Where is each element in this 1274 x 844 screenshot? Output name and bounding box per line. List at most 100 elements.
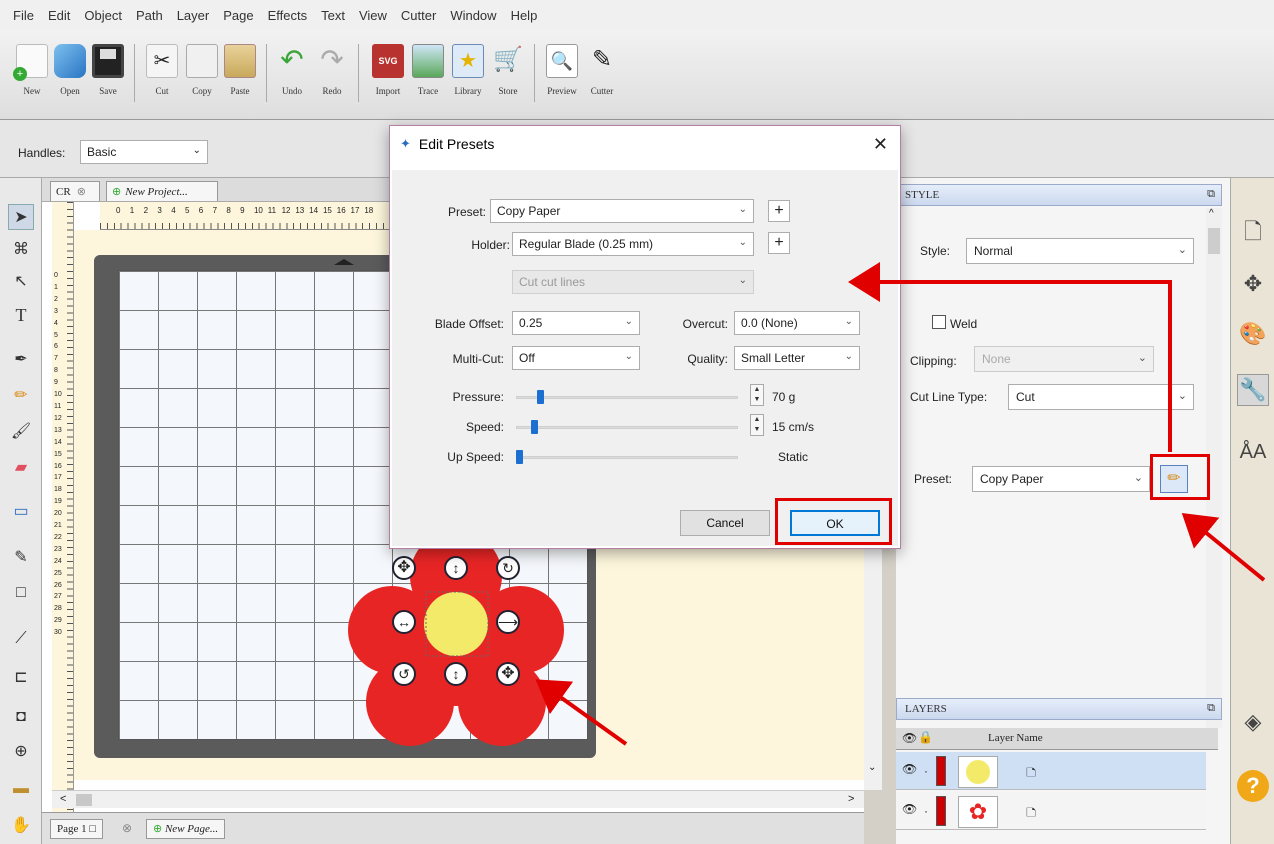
- menu-edit[interactable]: Edit: [41, 8, 77, 23]
- holder-select[interactable]: Regular Blade (0.25 mm) ⌄: [512, 232, 754, 256]
- preview-button[interactable]: 🔍 Preview: [542, 44, 582, 108]
- canvas-horizontal-scrollbar[interactable]: < >: [52, 790, 864, 808]
- rotate-move-handle-icon[interactable]: ✥: [392, 556, 416, 580]
- pressure-spinner[interactable]: ▲ ▼: [750, 384, 764, 406]
- scroll-left-icon[interactable]: <: [60, 793, 66, 805]
- brush-icon[interactable]: 🖌: [8, 418, 34, 444]
- speed-spinner[interactable]: ▲ ▼: [750, 414, 764, 436]
- tab-new-page[interactable]: ⊕ New Page...: [146, 819, 226, 839]
- tab-page-1[interactable]: Page 1 □: [50, 819, 104, 839]
- horizontal-resize-handle-icon[interactable]: ↔: [392, 610, 416, 634]
- menu-effects[interactable]: Effects: [261, 8, 315, 23]
- menu-view[interactable]: View: [352, 8, 394, 23]
- menu-help[interactable]: Help: [504, 8, 545, 23]
- scroll-up-icon[interactable]: ^: [1209, 208, 1214, 219]
- speed-slider-thumb[interactable]: [530, 420, 538, 434]
- wrench-icon[interactable]: 🔧: [1237, 374, 1269, 406]
- vertical-resize-handle-icon[interactable]: ↕: [444, 556, 468, 580]
- scale-handle-icon[interactable]: ✥: [496, 662, 520, 686]
- pen-nib-icon[interactable]: ✒: [8, 346, 34, 372]
- tab-new-project[interactable]: ⊕ New Project...: [106, 181, 218, 201]
- help-icon[interactable]: ?: [1237, 770, 1269, 802]
- scroll-right-icon[interactable]: >: [848, 793, 854, 805]
- scroll-down-icon[interactable]: ⌄: [868, 762, 876, 773]
- menu-layer[interactable]: Layer: [170, 8, 217, 23]
- add-preset-button[interactable]: +: [768, 200, 790, 222]
- pencil-icon[interactable]: ✏: [8, 382, 34, 408]
- pressure-slider-thumb[interactable]: [537, 390, 545, 404]
- panel-detach-icon[interactable]: ⧉: [1207, 188, 1215, 201]
- save-button[interactable]: Save: [88, 44, 128, 108]
- frame-icon[interactable]: ◘: [8, 704, 34, 730]
- paste-button[interactable]: Paste: [220, 44, 260, 108]
- copy-button[interactable]: Copy: [182, 44, 222, 108]
- tab-cr[interactable]: CR ⊗: [50, 181, 100, 201]
- panel-detach-icon[interactable]: ⧉: [1207, 702, 1215, 715]
- pan-hand-icon[interactable]: ✋: [8, 812, 34, 838]
- text-tool-icon[interactable]: T: [8, 302, 34, 328]
- cancel-button[interactable]: Cancel: [680, 510, 770, 536]
- vertical-resize-handle-icon[interactable]: ↕: [444, 662, 468, 686]
- cut-button[interactable]: ✂ Cut: [142, 44, 182, 108]
- menu-file[interactable]: File: [6, 8, 41, 23]
- multi-cut-select[interactable]: Off ⌄: [512, 346, 640, 370]
- note-icon[interactable]: 🗅: [1026, 762, 1036, 786]
- layer-row[interactable]: 👁 · 🗅: [896, 752, 1206, 790]
- trace-button[interactable]: Trace: [408, 44, 448, 108]
- transform-icon[interactable]: ↖: [8, 268, 34, 294]
- color-palette-icon[interactable]: 🎨: [1237, 318, 1269, 350]
- rotate-handle-icon[interactable]: ↻: [496, 556, 520, 580]
- weld-checkbox[interactable]: [932, 315, 946, 329]
- eraser-icon[interactable]: ▰: [8, 454, 34, 480]
- close-icon[interactable]: ⊗: [77, 185, 86, 198]
- undo-button[interactable]: ↶ Undo: [272, 44, 312, 108]
- menu-text[interactable]: Text: [314, 8, 352, 23]
- speed-slider-track[interactable]: [516, 426, 738, 429]
- overcut-select[interactable]: 0.0 (None) ⌄: [734, 311, 860, 335]
- store-button[interactable]: 🛒 Store: [488, 44, 528, 108]
- library-button[interactable]: ★ Library: [448, 44, 488, 108]
- layer-color-swatch[interactable]: [936, 796, 946, 826]
- style-select[interactable]: Normal ⌄: [966, 238, 1194, 264]
- scroll-thumb[interactable]: [1208, 228, 1220, 254]
- up-speed-slider-track[interactable]: [516, 456, 738, 459]
- cut-line-type-select[interactable]: Cut ⌄: [1008, 384, 1194, 410]
- preset-select[interactable]: Copy Paper ⌄: [972, 466, 1150, 492]
- menu-object[interactable]: Object: [77, 8, 129, 23]
- layer-color-swatch[interactable]: [936, 756, 946, 786]
- rectangle-fill-icon[interactable]: ▭: [8, 498, 34, 524]
- document-page-icon[interactable]: 🗋: [1237, 218, 1269, 250]
- clipping-select[interactable]: None ⌄: [974, 346, 1154, 372]
- note-icon[interactable]: 🗅: [1026, 802, 1036, 826]
- menu-cutter[interactable]: Cutter: [394, 8, 443, 23]
- close-icon[interactable]: ⊗: [122, 821, 132, 835]
- zoom-icon[interactable]: ⊕: [8, 738, 34, 764]
- new-button[interactable]: + New: [12, 44, 52, 108]
- add-holder-button[interactable]: +: [768, 232, 790, 254]
- square-shape-icon[interactable]: □: [8, 580, 34, 606]
- ruler-measure-icon[interactable]: ▬: [8, 776, 34, 802]
- cutter-button[interactable]: ✎ Cutter: [582, 44, 622, 108]
- redo-button[interactable]: ↷ Redo: [312, 44, 352, 108]
- menu-window[interactable]: Window: [443, 8, 503, 23]
- rotate-handle-icon[interactable]: ↺: [392, 662, 416, 686]
- eyedropper-icon[interactable]: ✎: [8, 544, 34, 570]
- quality-select[interactable]: Small Letter ⌄: [734, 346, 860, 370]
- text-size-icon[interactable]: ÅA: [1237, 436, 1269, 468]
- preset-select[interactable]: Copy Paper ⌄: [490, 199, 754, 223]
- visibility-eye-icon[interactable]: 👁: [902, 762, 917, 776]
- close-icon[interactable]: ✕: [873, 134, 888, 155]
- handles-select[interactable]: Basic ⌄: [80, 140, 208, 164]
- cut-lines-select[interactable]: Cut cut lines ⌄: [512, 270, 754, 294]
- knife-icon[interactable]: ⟋: [8, 626, 34, 652]
- pressure-slider-track[interactable]: [516, 396, 738, 399]
- blade-offset-select[interactable]: 0.25 ⌄: [512, 311, 640, 335]
- layer-row[interactable]: 👁 · ✿ 🗅: [896, 792, 1206, 830]
- crop-icon[interactable]: ⊏: [8, 664, 34, 690]
- layers-stack-icon[interactable]: ◈: [1237, 706, 1269, 738]
- visibility-eye-icon[interactable]: 👁: [902, 802, 917, 816]
- menu-path[interactable]: Path: [129, 8, 170, 23]
- move-arrows-icon[interactable]: ✥: [1237, 268, 1269, 300]
- horizontal-resize-handle-icon[interactable]: ⟶: [496, 610, 520, 634]
- scroll-thumb[interactable]: [76, 794, 92, 806]
